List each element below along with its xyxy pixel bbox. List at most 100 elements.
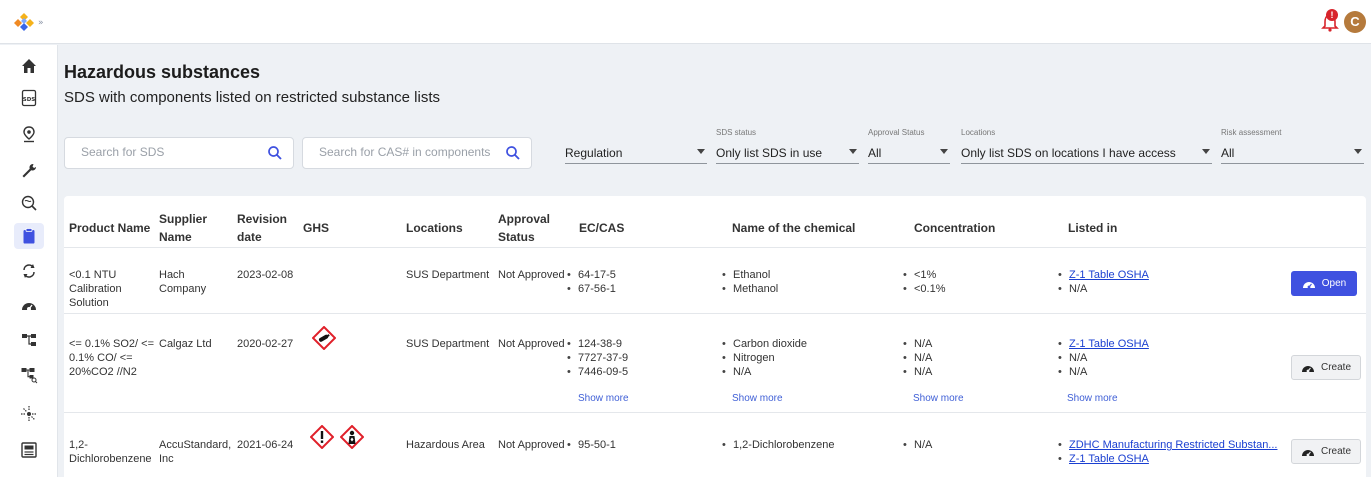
row1-listed-in: Z-1 Table OSHA N/A: [1057, 268, 1149, 296]
sidebar-item-locations[interactable]: [14, 121, 44, 147]
row1-product[interactable]: <0.1 NTU Calibration Solution: [69, 268, 149, 310]
row1-revision: 2023-02-08: [237, 269, 294, 281]
open-button[interactable]: Open: [1291, 271, 1357, 296]
approval-status-filter[interactable]: Approval Status All: [868, 128, 950, 164]
column-header-revision[interactable]: Revision date: [237, 210, 297, 246]
clipboard-icon: [23, 228, 35, 244]
row3-location: Hazardous Area: [406, 439, 485, 451]
listed-in-item: N/A: [1057, 351, 1149, 365]
column-header-listed-in[interactable]: Listed in: [1068, 219, 1117, 237]
row3-concentration-list: N/A: [902, 438, 932, 452]
column-header-concentration[interactable]: Concentration: [914, 219, 995, 237]
cas-search-box: [302, 137, 532, 169]
listed-in-link[interactable]: ZDHC Manufacturing Restricted Substan...: [1069, 439, 1277, 451]
chemical-item: Nitrogen: [721, 351, 807, 365]
home-icon: [22, 59, 36, 73]
row3-product[interactable]: 1,2-Dichlorobenzene: [69, 438, 155, 466]
regulation-filter[interactable]: Regulation: [565, 128, 707, 164]
search-icon[interactable]: [267, 145, 283, 161]
gas-cylinder-pictogram-icon: [312, 326, 336, 350]
concentration-item: <0.1%: [902, 282, 946, 296]
sidebar-item-tools[interactable]: [14, 158, 44, 184]
cas-item: 64-17-5: [566, 268, 616, 282]
sidebar-item-risk[interactable]: [14, 293, 44, 319]
notification-badge: !: [1326, 9, 1338, 21]
cas-search-input[interactable]: [319, 145, 504, 159]
column-header-ghs[interactable]: GHS: [303, 219, 329, 237]
row2-product[interactable]: <= 0.1% SO2/ <= 0.1% CO/ <= 20%CO2 //N2: [69, 337, 155, 379]
sds-status-filter[interactable]: SDS status Only list SDS in use: [716, 128, 859, 164]
row-divider: [64, 247, 1366, 248]
column-header-product[interactable]: Product Name: [69, 219, 150, 237]
listed-in-item: ZDHC Manufacturing Restricted Substan...: [1057, 438, 1277, 452]
risk-assessment-filter[interactable]: Risk assessment All: [1221, 128, 1364, 164]
cas-item: 124-38-9: [566, 337, 628, 351]
listed-in-item: N/A: [1057, 282, 1149, 296]
concentration-show-more-link[interactable]: Show more: [913, 393, 964, 404]
listed-in-item: Z-1 Table OSHA: [1057, 452, 1277, 466]
row2-cas-list: 124-38-9 7727-37-9 7446-09-5: [566, 337, 628, 379]
page-title: Hazardous substances: [64, 62, 261, 82]
app-logo-icon[interactable]: »: [14, 11, 50, 33]
chemical-item: Ethanol: [721, 268, 778, 282]
location-pin-icon: [23, 126, 35, 143]
sidebar-item-workflow[interactable]: [14, 401, 44, 427]
chevron-down-icon: [1202, 149, 1210, 154]
search-globe-icon: [21, 195, 37, 211]
workflow-icon: [21, 406, 37, 422]
create-button-label: Create: [1320, 362, 1351, 373]
locations-filter-value: Only list SDS on locations I have access: [961, 146, 1176, 160]
column-header-supplier[interactable]: Supplier Name: [159, 210, 219, 246]
listed-in-item: Z-1 Table OSHA: [1057, 337, 1149, 351]
column-header-ec-cas[interactable]: EC/CAS: [579, 219, 624, 237]
row2-revision: 2020-02-27: [237, 338, 294, 350]
user-avatar[interactable]: C: [1344, 11, 1366, 33]
gauge-icon: [1301, 365, 1314, 372]
chevron-down-icon: [849, 149, 857, 154]
listed-in-link[interactable]: Z-1 Table OSHA: [1069, 453, 1149, 465]
open-button-label: Open: [1321, 278, 1347, 289]
svg-text:»: »: [38, 18, 44, 28]
create-button[interactable]: Create: [1291, 355, 1361, 380]
row1-approval: Not Approved: [498, 269, 565, 281]
health-hazard-pictogram-icon: [340, 425, 364, 449]
chemical-item: Methanol: [721, 282, 778, 296]
chemical-item: N/A: [721, 365, 807, 379]
sidebar: SDS: [0, 45, 58, 477]
locations-filter[interactable]: Locations Only list SDS on locations I h…: [961, 128, 1212, 164]
row3-supplier: AccuStandard, Inc: [159, 439, 232, 465]
cas-show-more-link[interactable]: Show more: [578, 393, 629, 404]
sidebar-item-hazardous-substances[interactable]: [14, 223, 44, 249]
sidebar-item-sds[interactable]: SDS: [14, 85, 44, 111]
row2-approval: Not Approved: [498, 338, 565, 350]
row1-concentration-list: <1% <0.1%: [902, 268, 946, 296]
listed-in-item: Z-1 Table OSHA: [1057, 268, 1149, 282]
risk-assessment-filter-value: All: [1221, 146, 1235, 160]
risk-assessment-filter-label: Risk assessment: [1221, 128, 1282, 137]
listed-in-link[interactable]: Z-1 Table OSHA: [1069, 338, 1149, 350]
page-subtitle: SDS with components listed on restricted…: [64, 89, 441, 106]
column-header-approval[interactable]: Approval Status: [498, 210, 558, 246]
column-header-chemical[interactable]: Name of the chemical: [732, 219, 855, 237]
column-header-locations[interactable]: Locations: [406, 219, 463, 237]
listed-in-link[interactable]: Z-1 Table OSHA: [1069, 269, 1149, 281]
sds-search-input[interactable]: [81, 145, 261, 159]
sds-search-box: [64, 137, 294, 169]
sidebar-item-hierarchy[interactable]: [14, 327, 44, 353]
listed-in-show-more-link[interactable]: Show more: [1067, 393, 1118, 404]
create-button-label: Create: [1320, 446, 1351, 457]
sidebar-item-reports[interactable]: [14, 437, 44, 463]
hierarchy-search-icon: [21, 368, 38, 384]
approval-status-filter-value: All: [868, 146, 882, 160]
report-icon: [21, 442, 37, 458]
sidebar-item-hierarchy-search[interactable]: [14, 362, 44, 388]
concentration-item: <1%: [902, 268, 946, 282]
sidebar-item-home[interactable]: [14, 53, 44, 79]
sidebar-item-search[interactable]: [14, 190, 44, 216]
sidebar-item-sync[interactable]: [14, 258, 44, 284]
chevron-down-icon: [697, 149, 705, 154]
chemical-show-more-link[interactable]: Show more: [732, 393, 783, 404]
row1-chemical-list: Ethanol Methanol: [721, 268, 778, 296]
create-button[interactable]: Create: [1291, 439, 1361, 464]
search-icon[interactable]: [505, 145, 521, 161]
